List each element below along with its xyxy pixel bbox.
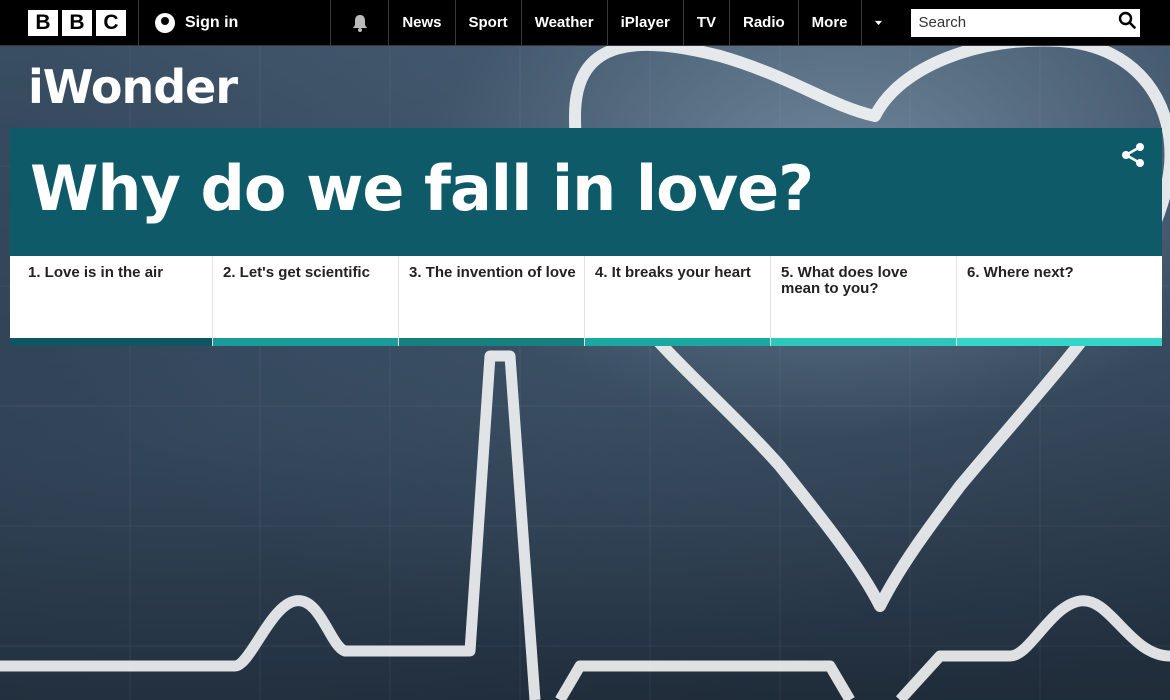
title-panel: Why do we fall in love? — [10, 128, 1162, 256]
chapter-tab[interactable]: 6. Where next? — [957, 256, 1162, 346]
nav-sport[interactable]: Sport — [454, 0, 521, 46]
chevron-down-icon[interactable] — [860, 0, 895, 46]
chapter-label: 1. Love is in the air — [28, 264, 164, 281]
chapter-progress-bar — [399, 338, 584, 346]
chapter-label: 2. Let's get scientific — [223, 264, 370, 281]
bbc-logo-letter: C — [96, 9, 126, 36]
sign-in-link[interactable]: Sign in — [138, 0, 260, 46]
nav-more[interactable]: More — [797, 0, 861, 46]
nav-weather[interactable]: Weather — [520, 0, 607, 46]
notifications-bell-icon[interactable] — [330, 0, 388, 46]
bbc-logo-letter: B — [62, 9, 92, 36]
chapter-progress-bar — [213, 338, 398, 346]
nav-iplayer[interactable]: iPlayer — [606, 0, 683, 46]
main-nav: News Sport Weather iPlayer TV Radio More — [388, 0, 894, 46]
page-title: Why do we fall in love? — [30, 152, 814, 225]
chapter-label: 6. Where next? — [967, 264, 1074, 281]
share-icon[interactable] — [1120, 142, 1146, 173]
iwonder-logo[interactable]: iWonder — [28, 60, 238, 114]
user-icon — [155, 12, 175, 33]
bbc-logo-letter: B — [28, 9, 58, 36]
nav-tv[interactable]: TV — [682, 0, 729, 46]
chapter-progress-bar — [771, 338, 956, 346]
chapter-tab[interactable]: 3. The invention of love — [399, 256, 585, 346]
chapter-tab[interactable]: 4. It breaks your heart — [585, 256, 771, 346]
chapter-label: 3. The invention of love — [409, 264, 576, 281]
search-input[interactable] — [918, 14, 1118, 31]
chapter-nav: 1. Love is in the air 2. Let's get scien… — [10, 256, 1162, 346]
chapter-label: 5. What does love mean to you? — [781, 264, 908, 297]
sign-in-label: Sign in — [185, 13, 239, 31]
nav-radio[interactable]: Radio — [729, 0, 798, 46]
search-box — [910, 8, 1140, 37]
chapter-label: 4. It breaks your heart — [595, 264, 751, 281]
chapter-progress-bar — [957, 338, 1162, 346]
chapter-tab[interactable]: 5. What does love mean to you? — [771, 256, 957, 346]
chapter-progress-bar — [10, 338, 212, 346]
bbc-logo[interactable]: B B C — [28, 9, 126, 36]
bbc-global-nav: B B C Sign in News Sport Weather iPlayer… — [0, 0, 1170, 46]
chapter-tab[interactable]: 2. Let's get scientific — [213, 256, 399, 346]
chapter-tab[interactable]: 1. Love is in the air — [10, 256, 213, 346]
search-icon[interactable] — [1118, 11, 1136, 34]
chapter-progress-bar — [585, 338, 770, 346]
nav-news[interactable]: News — [388, 0, 454, 46]
